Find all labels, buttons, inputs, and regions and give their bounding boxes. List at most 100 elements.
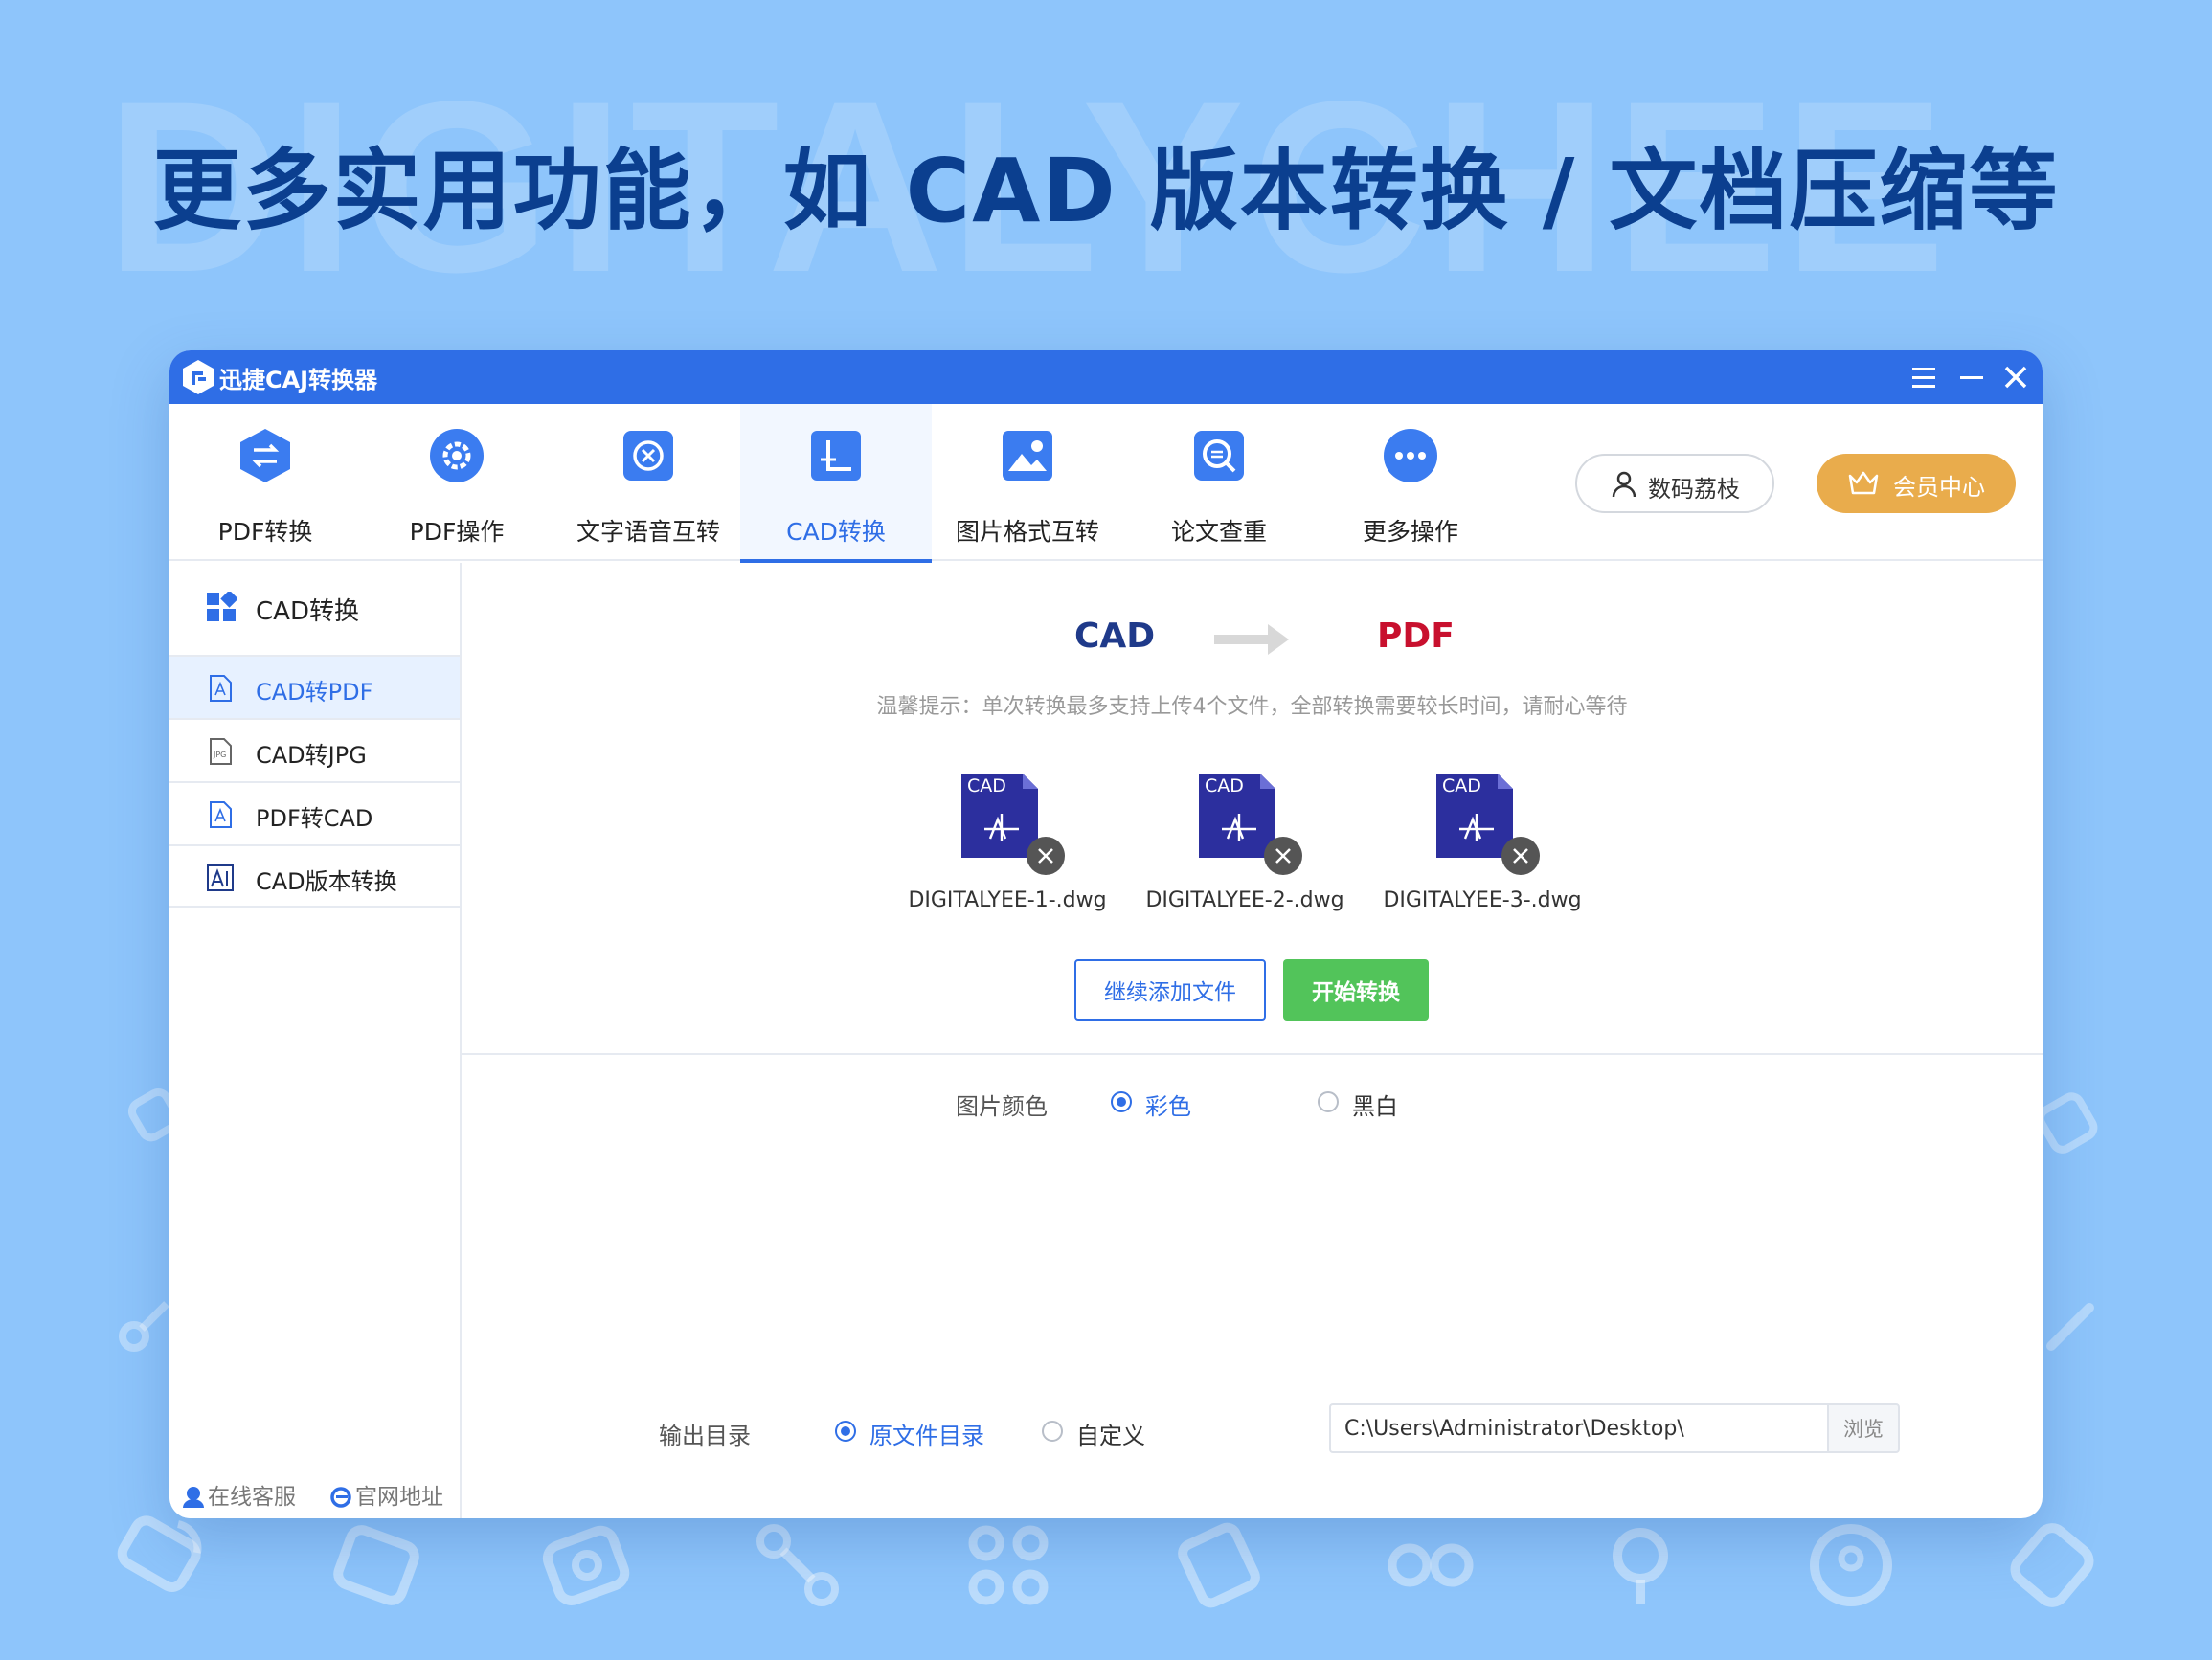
tab-text-speech[interactable]: 文字语音互转 [553, 404, 744, 561]
tab-cad-convert[interactable]: CAD转换 [740, 404, 932, 563]
tab-pdf-operate[interactable]: PDF操作 [361, 404, 553, 561]
text-speech-icon [620, 427, 677, 484]
sidebar-item-label: PDF转CAD [256, 805, 373, 832]
file-name: DIGITALYEE-2-.dwg [1145, 888, 1344, 912]
cad-version-icon [206, 864, 235, 892]
output-path-field[interactable] [1329, 1403, 1827, 1453]
decor-drone-icon [745, 1513, 850, 1618]
image-icon [999, 427, 1056, 484]
start-convert-button[interactable]: 开始转换 [1283, 959, 1429, 1021]
tab-label: PDF转换 [217, 518, 313, 546]
user-name: 数码荔枝 [1648, 476, 1740, 503]
file-name: DIGITALYEE-1-.dwg [908, 888, 1107, 912]
tab-more[interactable]: 更多操作 [1315, 404, 1506, 561]
section-divider [462, 1053, 2043, 1055]
bw-radio-label[interactable]: 黑白 [1352, 1088, 1398, 1121]
cad-icon [807, 427, 865, 484]
file-item[interactable]: CAD DIGITALYEE-2-.dwg [1140, 772, 1350, 925]
decor-camera-icon [534, 1513, 640, 1618]
decor-book-icon [1166, 1513, 1272, 1618]
app-window: 迅捷CAJ转换器 PDF转换 PDF操作 文字语音互转 CAD转换 图片格式互转… [169, 350, 2043, 1518]
decor-tag-icon [1999, 1513, 2105, 1618]
sidebar-item-cad-to-jpg[interactable]: JPG CAD转JPG [169, 718, 460, 781]
arrow-right-icon [1214, 622, 1291, 657]
target-format: PDF [1377, 617, 1455, 656]
file-item[interactable]: CAD DIGITALYEE-3-.dwg [1377, 772, 1588, 925]
online-service-label: 在线客服 [208, 1485, 296, 1510]
tab-pdf-convert[interactable]: PDF转换 [169, 404, 361, 561]
bw-radio[interactable] [1318, 1091, 1339, 1112]
sidebar-item-label: CAD转PDF [256, 679, 373, 706]
decor-command-icon [956, 1513, 1061, 1618]
decor-pen-icon [2038, 1292, 2105, 1359]
tab-label: 文字语音互转 [576, 518, 720, 546]
more-icon [1382, 427, 1439, 484]
pdf-convert-icon [237, 427, 294, 484]
headset-icon [181, 1484, 206, 1509]
remove-file-icon[interactable] [1500, 835, 1542, 877]
menu-icon[interactable] [1903, 356, 1945, 398]
tab-label: 更多操作 [1362, 518, 1458, 546]
user-icon [1610, 470, 1638, 499]
color-radio-label[interactable]: 彩色 [1145, 1088, 1191, 1121]
title-bar: 迅捷CAJ转换器 [169, 350, 2043, 404]
browse-button[interactable]: 浏览 [1827, 1403, 1900, 1453]
custom-dir-radio[interactable] [1042, 1421, 1063, 1442]
tab-image-format[interactable]: 图片格式互转 [932, 404, 1123, 561]
remove-file-icon[interactable] [1262, 835, 1304, 877]
source-dir-radio[interactable] [835, 1421, 856, 1442]
search-doc-icon [1190, 427, 1248, 484]
sidebar-item-pdf-to-cad[interactable]: PDF转CAD [169, 781, 460, 844]
tab-label: 论文查重 [1170, 518, 1267, 546]
app-logo-icon [179, 358, 217, 396]
file-badge: CAD [967, 775, 1006, 796]
gear-icon [428, 427, 485, 484]
main-toolbar: PDF转换 PDF操作 文字语音互转 CAD转换 图片格式互转 论文查重 更多操… [169, 404, 2043, 563]
crown-icon [1847, 468, 1880, 497]
file-badge: CAD [1442, 775, 1481, 796]
output-dir-label: 输出目录 [659, 1423, 751, 1449]
sidebar-header: CAD转换 [169, 563, 460, 655]
tip-text: 温馨提示：单次转换最多支持上传4个文件，全部转换需要较长时间，请耐心等待 [876, 695, 1628, 719]
sidebar-item-cad-to-pdf[interactable]: CAD转PDF [169, 655, 460, 718]
sidebar-item-cad-version[interactable]: CAD版本转换 [169, 844, 460, 908]
user-account-button[interactable]: 数码荔枝 [1575, 454, 1774, 513]
vip-center-button[interactable]: 会员中心 [1817, 454, 2016, 513]
file-item[interactable]: CAD DIGITALYEE-1-.dwg [902, 772, 1113, 925]
grid-icon [206, 590, 238, 622]
decor-bulb-icon [1588, 1513, 1693, 1618]
decor-glasses-icon [1377, 1513, 1482, 1618]
source-format: CAD [1074, 617, 1156, 656]
remove-file-icon[interactable] [1025, 835, 1067, 877]
tab-label: PDF操作 [409, 518, 505, 546]
decor-key-icon [1798, 1513, 1904, 1618]
official-website-label: 官网地址 [355, 1485, 443, 1510]
sidebar-item-label: CAD版本转换 [256, 868, 397, 895]
file-badge: CAD [1205, 775, 1244, 796]
browser-icon [328, 1484, 353, 1509]
close-icon[interactable] [1995, 356, 2037, 398]
file-name: DIGITALYEE-3-.dwg [1383, 888, 1582, 912]
app-title: 迅捷CAJ转换器 [219, 367, 378, 393]
image-color-label: 图片颜色 [956, 1093, 1048, 1120]
vip-label: 会员中心 [1893, 474, 1985, 501]
online-service-link[interactable]: 在线客服 [181, 1478, 296, 1511]
source-dir-label[interactable]: 原文件目录 [869, 1417, 984, 1450]
tab-label: 图片格式互转 [955, 518, 1099, 546]
tab-thesis-check[interactable]: 论文查重 [1123, 404, 1315, 561]
sidebar: CAD转换 CAD转PDF JPG CAD转JPG PDF转CAD CAD版本转… [169, 563, 462, 1518]
jpg-file-icon: JPG [206, 737, 235, 766]
add-files-button[interactable]: 继续添加文件 [1074, 959, 1266, 1021]
pdf-file-icon [206, 674, 235, 703]
sidebar-header-label: CAD转换 [256, 597, 359, 626]
color-radio[interactable] [1111, 1091, 1132, 1112]
official-website-link[interactable]: 官网地址 [328, 1478, 443, 1511]
minimize-icon[interactable] [1951, 356, 1993, 398]
tab-label: CAD转换 [786, 518, 886, 546]
decor-wallet-icon [324, 1513, 429, 1618]
sidebar-item-label: CAD转JPG [256, 742, 367, 769]
pdf-file-icon [206, 800, 235, 829]
custom-dir-label[interactable]: 自定义 [1076, 1417, 1145, 1450]
page-headline: 更多实用功能，如 CAD 版本转换 / 文档压缩等 [152, 140, 2060, 242]
svg-text:JPG: JPG [213, 751, 226, 759]
